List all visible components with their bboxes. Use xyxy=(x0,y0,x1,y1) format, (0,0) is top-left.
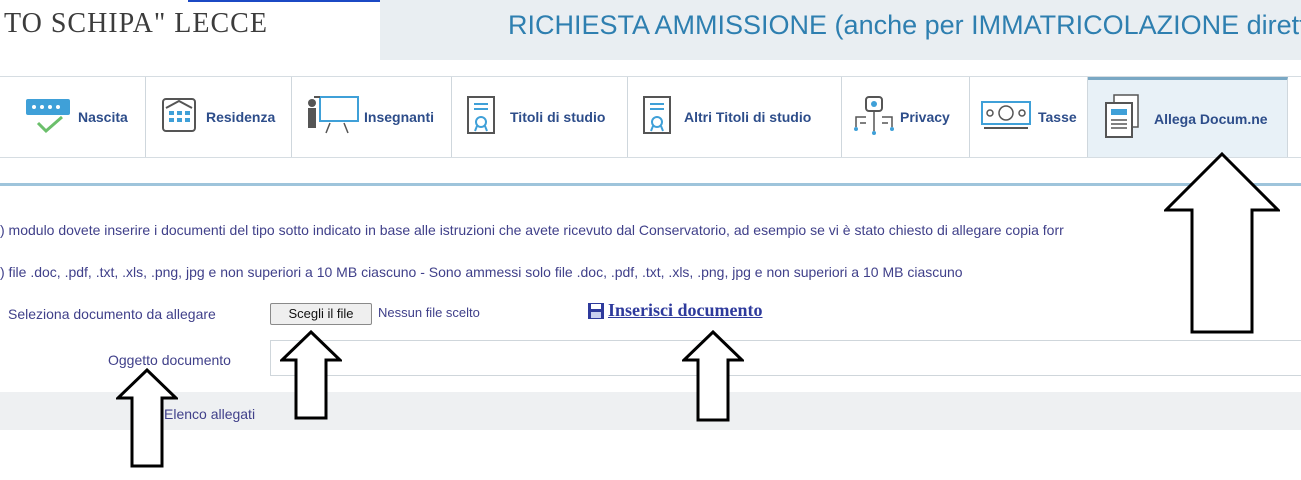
tab-titoli-di-studio[interactable]: Titoli di studio xyxy=(452,77,628,157)
teacher-board-icon xyxy=(304,93,360,142)
certificate-icon xyxy=(642,95,672,140)
tab-label: Titoli di studio xyxy=(510,109,606,125)
tab-label: Altri Titoli di studio xyxy=(684,109,812,125)
documents-icon xyxy=(1102,93,1142,144)
tab-label: Insegnanti xyxy=(364,109,435,125)
building-icon xyxy=(160,96,198,139)
select-document-label: Seleziona documento da allegare xyxy=(8,306,216,322)
floppy-disk-icon xyxy=(588,303,604,324)
tab-allega-documentazione[interactable]: Allega Docum.ne xyxy=(1088,77,1288,157)
file-types-text: ) file .doc, .pdf, .txt, .xls, .png, jpg… xyxy=(0,264,963,280)
annotation-arrow-up-icon xyxy=(1164,152,1280,334)
tab-altri-titoli-di-studio[interactable]: Altri Titoli di studio xyxy=(628,77,842,157)
institution-name: TO SCHIPA" LECCE xyxy=(4,8,268,39)
keyboard-check-icon xyxy=(24,95,72,140)
object-document-label: Oggetto documento xyxy=(108,352,231,368)
annotation-arrow-up-icon xyxy=(280,330,342,420)
attachments-section: Elenco allegati xyxy=(0,392,1301,430)
header-title-bar: RICHIESTA AMMISSIONE (anche per IMMATRIC… xyxy=(380,0,1301,60)
tab-label: Tasse xyxy=(1038,109,1077,125)
choose-file-button[interactable]: Scegli il file xyxy=(270,303,372,325)
tab-nascita[interactable]: Nascita xyxy=(16,77,146,157)
no-file-text: Nessun file scelto xyxy=(378,305,480,320)
object-document-input[interactable] xyxy=(270,340,1301,376)
tab-privacy[interactable]: Privacy xyxy=(842,77,970,157)
network-key-icon xyxy=(852,93,896,142)
banknote-icon xyxy=(980,98,1032,137)
tab-insegnanti[interactable]: Insegnanti xyxy=(292,77,452,157)
tab-strip: Nascita Residenza Insegnanti Titoli di s… xyxy=(0,76,1301,158)
header-institution: TO SCHIPA" LECCE xyxy=(0,0,380,60)
insert-document-label: Inserisci documento xyxy=(608,300,763,320)
page-title: RICHIESTA AMMISSIONE (anche per IMMATRIC… xyxy=(508,10,1301,40)
certificate-icon xyxy=(466,95,496,140)
tab-label: Privacy xyxy=(900,109,950,125)
tab-label: Nascita xyxy=(78,109,128,125)
annotation-arrow-up-icon xyxy=(116,368,178,468)
tab-label: Allega Docum.ne xyxy=(1154,110,1268,127)
instructions-text: ) modulo dovete inserire i documenti del… xyxy=(0,222,1064,238)
tab-tasse[interactable]: Tasse xyxy=(970,77,1088,157)
tab-residenza[interactable]: Residenza xyxy=(146,77,292,157)
separator-line xyxy=(0,183,1301,186)
annotation-arrow-up-icon xyxy=(682,330,744,422)
tab-label: Residenza xyxy=(206,109,276,125)
header-link-underline xyxy=(188,0,380,2)
